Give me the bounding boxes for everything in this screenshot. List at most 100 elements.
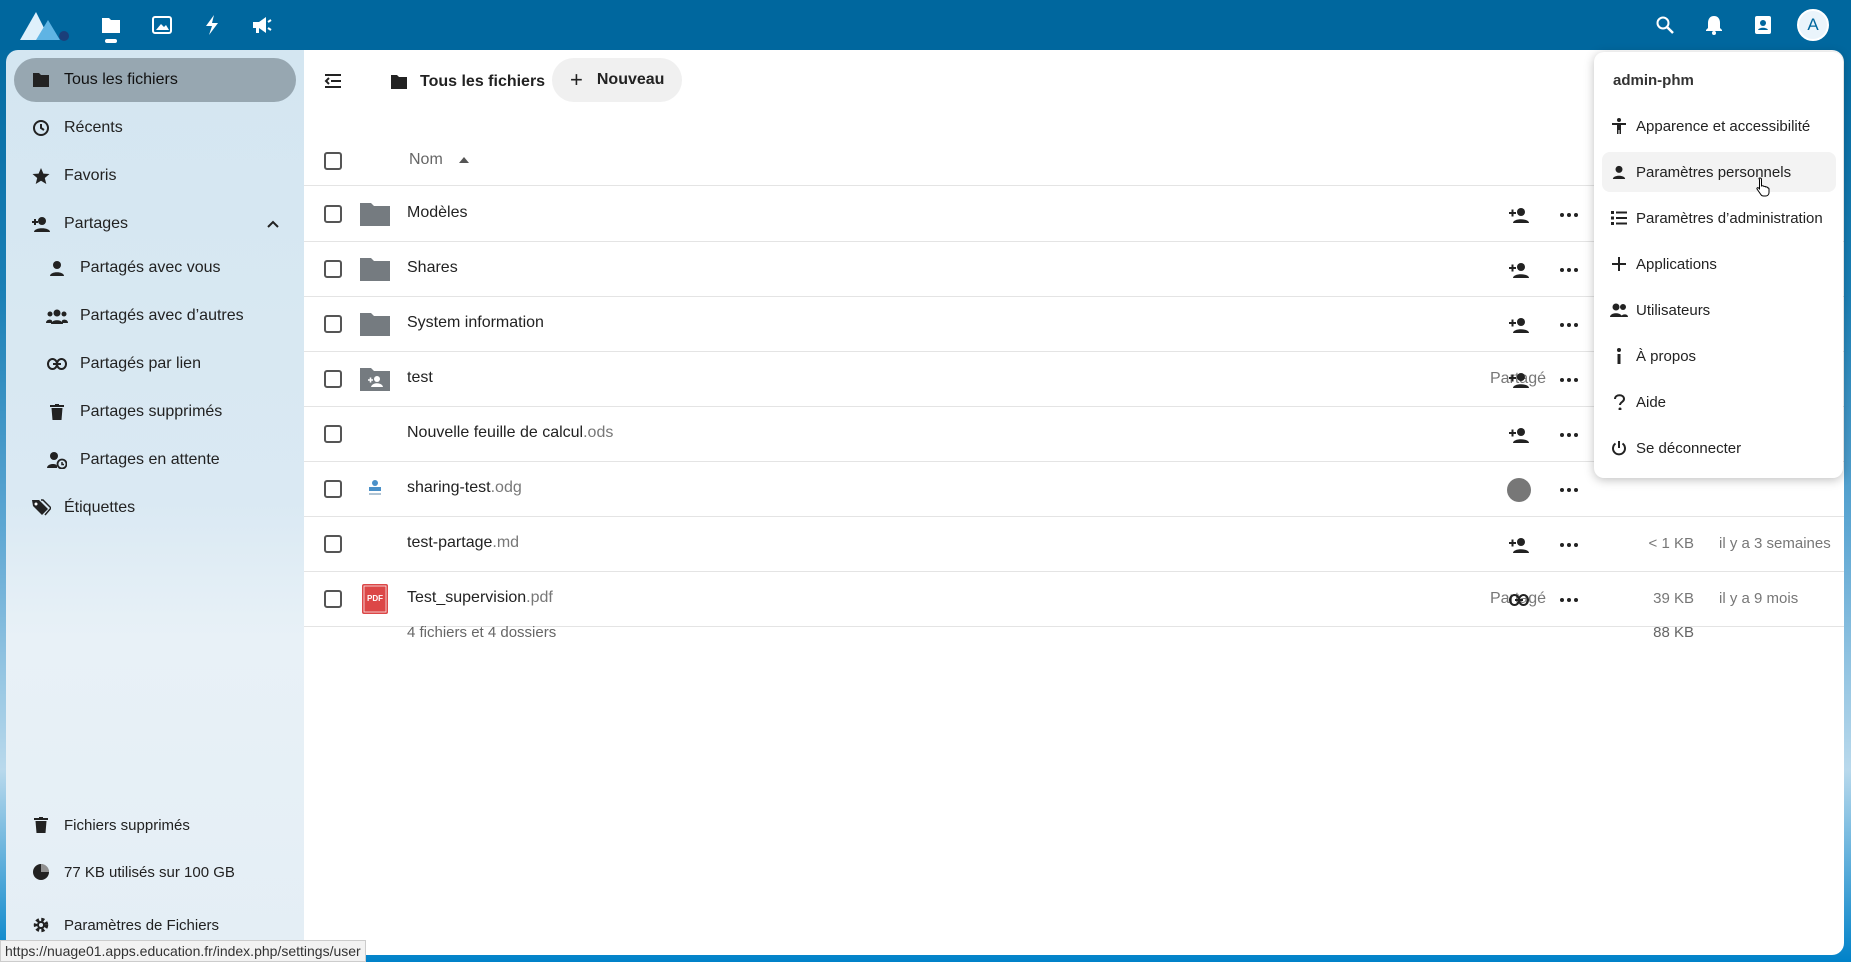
nav-item-deleted-files[interactable]: Fichiers supprimés xyxy=(14,805,296,845)
file-row[interactable]: test-partage.md < 1 KB il y a 3 semaines xyxy=(304,517,1844,572)
nav-item-favorites[interactable]: Favoris xyxy=(14,154,296,198)
file-name[interactable]: System information xyxy=(407,314,544,332)
chevron-up-icon[interactable] xyxy=(264,215,282,233)
nav-item-files-settings[interactable]: Paramètres de Fichiers xyxy=(14,905,296,945)
menu-username: admin-phm xyxy=(1613,72,1694,89)
plus-icon xyxy=(1610,255,1628,273)
link-icon[interactable] xyxy=(1507,588,1531,612)
history-icon xyxy=(30,117,52,139)
share-add-icon[interactable] xyxy=(1507,368,1531,392)
link-icon xyxy=(46,353,68,375)
star-icon xyxy=(30,165,52,187)
row-checkbox[interactable] xyxy=(324,480,342,498)
nav-item-deleted-shares[interactable]: Partages supprimés xyxy=(30,390,296,434)
more-actions-icon[interactable] xyxy=(1557,588,1581,612)
file-icon xyxy=(358,417,392,451)
row-checkbox[interactable] xyxy=(324,315,342,333)
menu-item-person[interactable]: Paramètres personnels xyxy=(1602,152,1836,192)
files-app-icon[interactable] xyxy=(96,10,126,43)
share-add-icon[interactable] xyxy=(1507,258,1531,282)
pending-icon xyxy=(46,449,68,471)
file-summary: 4 fichiers et 4 dossiers xyxy=(407,624,557,641)
select-all-checkbox[interactable] xyxy=(324,152,342,170)
more-actions-icon[interactable] xyxy=(1557,533,1581,557)
column-name-header[interactable]: Nom xyxy=(409,151,443,169)
row-checkbox[interactable] xyxy=(324,260,342,278)
more-actions-icon[interactable] xyxy=(1557,258,1581,282)
menu-item-label: Applications xyxy=(1636,255,1717,273)
file-row[interactable]: PDF Test_supervision.pdf Partagé 39 KB il y … xyxy=(304,572,1844,627)
top-bar: A xyxy=(0,0,1851,50)
more-actions-icon[interactable] xyxy=(1557,368,1581,392)
quota-label: 77 KB utilisés sur 100 GB xyxy=(64,863,235,881)
file-icon xyxy=(358,527,392,561)
new-button[interactable]: + Nouveau xyxy=(552,58,682,102)
notifications-icon[interactable] xyxy=(1699,10,1729,40)
more-actions-icon[interactable] xyxy=(1557,313,1581,337)
nav-item-shared-with-others[interactable]: Partagés avec d’autres xyxy=(30,294,296,338)
search-icon[interactable] xyxy=(1650,10,1680,40)
share-avatar-icon[interactable] xyxy=(1507,478,1531,502)
share-add-icon[interactable] xyxy=(1507,423,1531,447)
file-name[interactable]: Nouvelle feuille de calcul.ods xyxy=(407,424,613,442)
admin-list-icon xyxy=(1610,209,1628,227)
more-actions-icon[interactable] xyxy=(1557,478,1581,502)
file-name[interactable]: test xyxy=(407,369,433,387)
user-avatar[interactable]: A xyxy=(1797,9,1829,41)
photos-app-icon[interactable] xyxy=(147,10,177,40)
row-checkbox[interactable] xyxy=(324,425,342,443)
file-size: 39 KB xyxy=(1653,590,1694,607)
folder-icon xyxy=(391,75,407,89)
share-add-icon[interactable] xyxy=(1507,203,1531,227)
info-icon xyxy=(1610,347,1628,365)
file-name[interactable]: Shares xyxy=(407,259,458,277)
pie-chart-icon xyxy=(30,861,52,883)
nav-item-shares[interactable]: Partages xyxy=(14,202,296,246)
activity-app-icon[interactable] xyxy=(197,10,227,40)
nav-item-label: Favoris xyxy=(64,167,117,184)
toggle-sidebar-icon[interactable] xyxy=(318,66,348,96)
breadcrumb[interactable]: Tous les fichiers xyxy=(390,68,545,96)
nav-item-shared-by-link[interactable]: Partagés par lien xyxy=(30,342,296,386)
announcements-app-icon[interactable] xyxy=(247,10,277,40)
file-name[interactable]: test-partage.md xyxy=(407,534,519,552)
nav-item-tags[interactable]: Étiquettes xyxy=(14,486,296,530)
quota-info: 77 KB utilisés sur 100 GB xyxy=(14,852,296,892)
plus-icon: + xyxy=(570,67,583,92)
menu-item-info[interactable]: À propos xyxy=(1602,336,1836,376)
share-add-icon[interactable] xyxy=(1507,313,1531,337)
menu-item-plus[interactable]: Applications xyxy=(1602,244,1836,284)
logo-icon[interactable] xyxy=(18,8,70,42)
contacts-icon[interactable] xyxy=(1748,10,1778,40)
person-icon xyxy=(46,257,68,279)
nav-item-shared-with-you[interactable]: Partagés avec vous xyxy=(30,246,296,290)
share-add-icon[interactable] xyxy=(1507,533,1531,557)
nav-item-recent[interactable]: Récents xyxy=(14,106,296,150)
menu-item-admin-list[interactable]: Paramètres d’administration xyxy=(1602,198,1836,238)
folder-icon xyxy=(358,197,392,231)
menu-item-help[interactable]: Aide xyxy=(1602,382,1836,422)
file-name[interactable]: Test_supervision.pdf xyxy=(407,589,553,607)
row-checkbox[interactable] xyxy=(324,370,342,388)
row-checkbox[interactable] xyxy=(324,590,342,608)
menu-item-label: Se déconnecter xyxy=(1636,439,1742,457)
menu-item-users[interactable]: Utilisateurs xyxy=(1602,290,1836,330)
files-settings-label: Paramètres de Fichiers xyxy=(64,916,220,934)
nav-item-label: Récents xyxy=(64,119,123,136)
menu-item-power[interactable]: Se déconnecter xyxy=(1602,428,1836,468)
file-name[interactable]: Modèles xyxy=(407,204,467,222)
row-checkbox[interactable] xyxy=(324,535,342,553)
nav-item-label: Partages en attente xyxy=(80,451,220,468)
menu-item-accessibility[interactable]: Apparence et accessibilité xyxy=(1602,106,1836,146)
total-size: 88 KB xyxy=(1653,624,1694,641)
more-actions-icon[interactable] xyxy=(1557,423,1581,447)
row-checkbox[interactable] xyxy=(324,205,342,223)
nav-item-pending-shares[interactable]: Partages en attente xyxy=(30,438,296,482)
nav-item-all-files[interactable]: Tous les fichiers xyxy=(14,58,296,102)
trash-icon xyxy=(46,401,68,423)
share-icon xyxy=(30,213,52,235)
file-name[interactable]: sharing-test.odg xyxy=(407,479,522,497)
trash-icon xyxy=(30,814,52,836)
mouse-pointer-icon xyxy=(1756,177,1770,197)
more-actions-icon[interactable] xyxy=(1557,203,1581,227)
